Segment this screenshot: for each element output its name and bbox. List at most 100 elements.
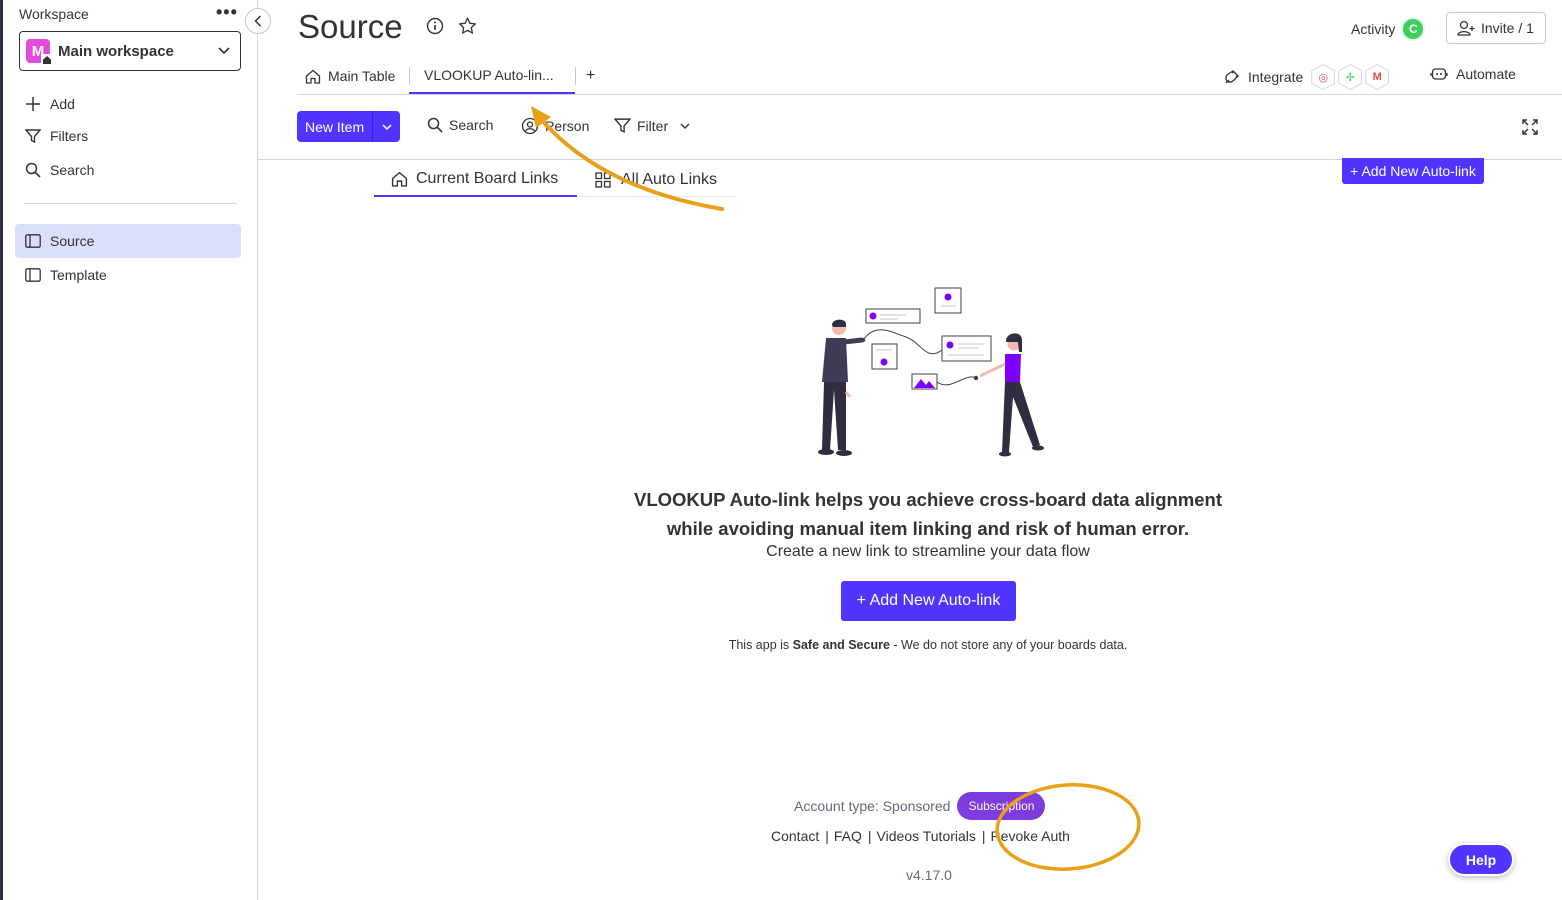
videos-tutorials-link[interactable]: Videos Tutorials <box>877 828 976 844</box>
secure-suffix: - We do not store any of your boards dat… <box>889 638 1128 652</box>
secure-prefix: This app is <box>728 638 793 652</box>
board-toolbar: New Item Search Person Filter <box>297 111 1562 143</box>
toolbar-search-button[interactable]: Search <box>427 117 493 133</box>
footer-links: Contact | FAQ | Videos Tutorials | Revok… <box>771 828 1070 844</box>
tab-label: All Auto Links <box>621 170 718 188</box>
tab-current-board-links[interactable]: Current Board Links <box>374 162 577 197</box>
chevron-left-icon <box>254 15 262 27</box>
sidebar-item-template[interactable]: Template <box>15 258 241 292</box>
tab-all-auto-links[interactable]: All Auto Links <box>595 162 717 197</box>
sidebar-filters-button[interactable]: Filters <box>24 127 88 145</box>
gmail-m-icon: M <box>1365 64 1390 90</box>
chevron-down-icon <box>218 47 230 55</box>
empty-state-illustration <box>818 287 1044 457</box>
person-icon <box>521 117 539 135</box>
integrate-label: Integrate <box>1248 69 1304 85</box>
link-separator: | <box>825 828 829 844</box>
tab-vlookup-auto-link[interactable]: VLOOKUP Auto-lin... <box>409 58 575 94</box>
link-separator: | <box>867 828 872 844</box>
star-icon[interactable] <box>458 17 477 35</box>
headline-line-2: while avoiding manual item linking and r… <box>666 518 1190 539</box>
filter-icon <box>24 127 42 145</box>
activity-button[interactable]: Activity C <box>1351 17 1426 41</box>
sidebar-item-label: Template <box>50 267 107 283</box>
faq-link[interactable]: FAQ <box>834 828 862 844</box>
plus-icon <box>24 95 42 113</box>
integrate-icon <box>1225 69 1239 83</box>
sidebar-search-button[interactable]: Search <box>24 161 94 179</box>
automate-label: Automate <box>1456 66 1516 82</box>
tab-separator <box>575 67 576 85</box>
home-icon <box>305 69 321 84</box>
tab-main-table[interactable]: Main Table <box>305 58 401 94</box>
headline-line-1: VLOOKUP Auto-link helps you achieve cros… <box>633 489 1222 510</box>
avatar: C <box>1401 17 1426 41</box>
slack-icon: ✢ <box>1338 64 1363 90</box>
robot-icon <box>1430 68 1448 80</box>
home-badge-icon <box>41 54 53 66</box>
toolbar-filter-button[interactable]: Filter <box>614 117 696 134</box>
revoke-auth-link[interactable]: Revoke Auth <box>991 828 1070 844</box>
sidebar-add-button[interactable]: Add <box>24 95 75 113</box>
empty-state-headline: VLOOKUP Auto-link helps you achieve cros… <box>578 485 1278 543</box>
contact-link[interactable]: Contact <box>771 828 819 844</box>
link-separator: | <box>981 828 986 844</box>
sidebar-search-label: Search <box>50 162 95 178</box>
search-icon <box>427 117 443 133</box>
gmail-icon: ◎ <box>1311 64 1336 90</box>
filter-icon <box>614 118 631 133</box>
add-view-button[interactable]: + <box>586 58 595 94</box>
chevron-down-icon[interactable] <box>680 123 690 129</box>
tab-label: Main Table <box>328 68 396 84</box>
workspace-name: Main workspace <box>58 42 174 60</box>
sidebar-add-label: Add <box>50 96 75 112</box>
workspace-more-button[interactable]: ••• <box>216 2 238 23</box>
toolbar-search-label: Search <box>449 117 494 133</box>
left-edge-bar <box>0 0 3 900</box>
sidebar-item-source[interactable]: Source <box>15 224 241 258</box>
help-button[interactable]: Help <box>1448 843 1514 876</box>
new-item-button[interactable]: New Item <box>297 111 401 142</box>
toolbar-filter-label: Filter <box>637 117 669 134</box>
toolbar-person-label: Person <box>545 118 590 134</box>
sidebar-divider <box>24 203 237 204</box>
automate-button[interactable]: Automate <box>1430 66 1516 82</box>
add-person-icon <box>1457 20 1475 36</box>
secure-bold: Safe and Secure <box>792 638 890 652</box>
new-item-dropdown-button[interactable] <box>372 111 400 142</box>
account-type: Account type: Sponsored <box>794 798 951 814</box>
view-tabs: Main Table VLOOKUP Auto-lin... + Integra… <box>297 58 1562 95</box>
subscription-button[interactable]: Subscription <box>957 792 1046 820</box>
add-new-auto-link-top-button[interactable]: + Add New Auto-link <box>1342 158 1484 184</box>
board-icon <box>25 268 41 282</box>
expand-icon[interactable] <box>1521 118 1539 136</box>
tab-label: VLOOKUP Auto-lin... <box>424 67 554 83</box>
search-icon <box>24 161 42 179</box>
invite-button[interactable]: Invite / 1 <box>1446 12 1546 44</box>
empty-state-subline: Create a new link to streamline your dat… <box>766 543 1090 560</box>
workspace-label: Workspace <box>19 6 89 22</box>
info-icon[interactable] <box>426 17 444 35</box>
page-title: Source <box>298 8 403 45</box>
secure-note: This app is Safe and Secure - We do not … <box>578 638 1278 652</box>
integrate-button[interactable]: Integrate ◎ ✢ M <box>1223 64 1390 90</box>
title-actions <box>426 17 477 35</box>
workspace-selector[interactable]: M Main workspace <box>19 31 241 71</box>
invite-label: Invite / 1 <box>1481 20 1534 36</box>
workspace-avatar: M <box>26 39 53 66</box>
grid-icon <box>595 171 611 188</box>
sidebar-filters-label: Filters <box>50 128 89 144</box>
account-row: Account type: Sponsored Subscription <box>794 792 1046 820</box>
sub-tab-underline <box>577 196 735 197</box>
version-label: v4.17.0 <box>906 867 952 883</box>
tab-label: Current Board Links <box>416 169 559 187</box>
chevron-down-icon <box>382 123 392 130</box>
board-icon <box>25 234 41 248</box>
add-new-auto-link-button[interactable]: + Add New Auto-link <box>841 581 1016 621</box>
home-icon <box>391 171 408 187</box>
collapse-sidebar-button[interactable] <box>245 8 271 34</box>
toolbar-person-button[interactable]: Person <box>521 117 589 135</box>
sidebar-item-label: Source <box>50 233 95 249</box>
activity-label: Activity <box>1351 21 1396 37</box>
new-item-label: New Item <box>305 118 365 135</box>
